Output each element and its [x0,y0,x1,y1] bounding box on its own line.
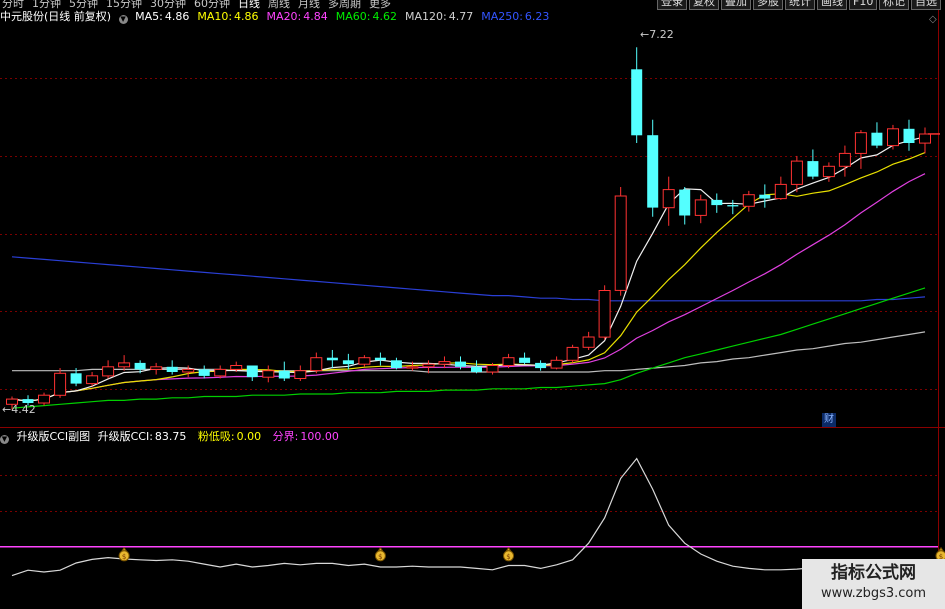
candle-body-down [807,161,819,177]
candle-body-down [70,373,82,384]
candle-body-up [438,361,451,365]
ma250-line [11,256,926,302]
candle-body-up [310,357,323,372]
watermark-title: 指标公式网 [831,563,916,583]
candle-body-down [711,199,723,206]
high-price-marker: ←7.22 [640,28,674,41]
candle-body-down [535,362,547,369]
watermark: 指标公式网 www.zbgs3.com [802,559,945,609]
candle-body-up [614,195,627,291]
candle-body-down [134,362,146,370]
ma5-line [11,136,926,402]
cci-line [11,457,926,577]
candle-body-up [790,160,803,185]
low-price-label: 4.42 [11,403,36,416]
candle-body-down [727,205,739,207]
candle-body-up [262,370,275,378]
money-bag-icon: $ [374,546,386,562]
candle-body-down [631,69,643,136]
candle-body-up [550,359,563,369]
candle-body-up [54,372,67,396]
candle-body-down [166,366,178,372]
candle-body-up [662,189,675,209]
candle-body-up [118,362,131,368]
candle-body-up [38,394,50,404]
candle-body-down [519,357,531,363]
candle-body-up [406,366,419,369]
candle-body-down [198,369,210,376]
candle-body-up [486,365,499,373]
candle-body-up [822,165,835,178]
candle-body-down [679,189,691,216]
ma10-line [11,152,926,402]
candle-body-up [230,365,243,370]
candle-body-up [598,290,611,338]
candle-body-up [774,183,787,200]
candle-body-down [471,366,482,372]
candle-body-up [502,357,515,367]
candle-body-up [694,199,707,216]
candle-body-down [871,132,883,146]
svg-text:$: $ [378,553,382,561]
candle-body-up [919,133,931,144]
candle-body-down [455,361,466,367]
candle-body-up [422,363,435,368]
watermark-url: www.zbgs3.com [820,586,927,601]
candle-body-down [326,357,338,361]
candle-body-down [759,194,771,199]
financial-report-badge[interactable]: 财 [822,413,836,427]
candle-body-down [390,360,402,369]
candle-body-down [903,128,915,143]
candle-body-up [182,368,195,373]
kline-chart[interactable]: $ $ $ $ [0,0,945,609]
candle-body-down [246,365,258,378]
money-bag-icon: $ [118,546,130,562]
candle-body-down [647,135,659,208]
ma20-line [11,173,926,402]
svg-text:$: $ [506,553,510,561]
candle-body-up [102,366,115,377]
ma60-line [11,287,926,409]
candle-body-up [566,346,579,361]
candle-body-down [278,370,290,379]
svg-text:$: $ [122,553,126,561]
candle-body-up [887,128,899,147]
candle-body-up [214,368,227,377]
money-bag-icon: $ [503,546,515,562]
candle-body-up [582,336,595,348]
low-price-marker: ←4.42 [2,403,36,416]
candle-body-up [742,194,755,207]
candle-body-up [150,366,163,370]
candle-body-up [358,357,371,365]
candle-body-up [854,132,867,154]
candle-body-up [294,370,307,380]
high-price-label: 7.22 [649,28,674,41]
candle-body-down [374,357,386,361]
candle-body-down [342,360,354,365]
candle-body-up [86,375,99,385]
candle-body-up [838,152,851,167]
